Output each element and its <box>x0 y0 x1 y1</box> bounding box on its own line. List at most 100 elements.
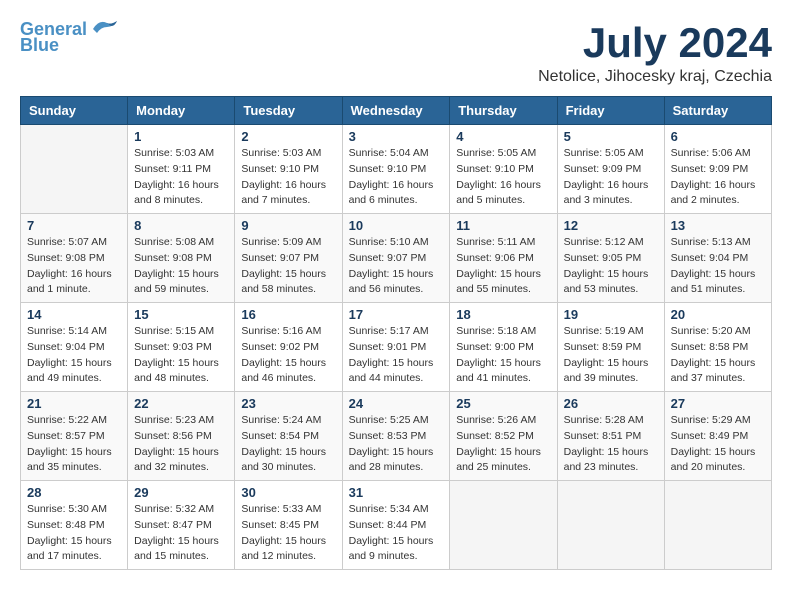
day-number: 22 <box>134 396 228 411</box>
calendar-cell: 6Sunrise: 5:06 AM Sunset: 9:09 PM Daylig… <box>664 125 771 214</box>
day-number: 23 <box>241 396 335 411</box>
calendar-cell: 7 Sunrise: 5:07 AM Sunset: 9:08 PM Daylig… <box>21 214 128 303</box>
day-info: Sunrise: 5:17 AM Sunset: 9:01 PM Dayligh… <box>349 324 444 387</box>
day-number: 11 <box>456 218 550 233</box>
calendar-cell: 2Sunrise: 5:03 AM Sunset: 9:10 PM Daylig… <box>235 125 342 214</box>
calendar-cell: 19Sunrise: 5:19 AM Sunset: 8:59 PM Dayli… <box>557 303 664 392</box>
day-number: 15 <box>134 307 228 322</box>
calendar-cell: 22 Sunrise: 5:23 AM Sunset: 8:56 PM Dayli… <box>128 392 235 481</box>
day-number: 13 <box>671 218 765 233</box>
weekday-header: Thursday <box>450 97 557 125</box>
calendar-cell: 11 Sunrise: 5:11 AM Sunset: 9:06 PM Dayli… <box>450 214 557 303</box>
calendar-cell: 15 Sunrise: 5:15 AM Sunset: 9:03 PM Dayli… <box>128 303 235 392</box>
day-info: Sunrise: 5:23 AM Sunset: 8:56 PM Dayligh… <box>134 413 228 476</box>
day-number: 30 <box>241 485 335 500</box>
calendar-week-row: 28Sunrise: 5:30 AM Sunset: 8:48 PM Dayli… <box>21 481 772 570</box>
day-number: 26 <box>564 396 658 411</box>
day-info: Sunrise: 5:32 AM Sunset: 8:47 PM Dayligh… <box>134 502 228 565</box>
calendar-cell: 8Sunrise: 5:08 AM Sunset: 9:08 PM Daylig… <box>128 214 235 303</box>
logo: General Blue <box>20 20 119 56</box>
day-info: Sunrise: 5:25 AM Sunset: 8:53 PM Dayligh… <box>349 413 444 476</box>
weekday-header: Monday <box>128 97 235 125</box>
weekday-header: Friday <box>557 97 664 125</box>
day-number: 2 <box>241 129 335 144</box>
calendar-header-row: SundayMondayTuesdayWednesdayThursdayFrid… <box>21 97 772 125</box>
day-info: Sunrise: 5:33 AM Sunset: 8:45 PM Dayligh… <box>241 502 335 565</box>
day-number: 3 <box>349 129 444 144</box>
weekday-header: Saturday <box>664 97 771 125</box>
day-info: Sunrise: 5:22 AM Sunset: 8:57 PM Dayligh… <box>27 413 121 476</box>
day-number: 25 <box>456 396 550 411</box>
weekday-header: Tuesday <box>235 97 342 125</box>
logo-text2: Blue <box>20 36 59 56</box>
title-block: July 2024 Netolice, Jihocesky kraj, Czec… <box>538 20 772 86</box>
day-number: 31 <box>349 485 444 500</box>
calendar-cell: 26 Sunrise: 5:28 AM Sunset: 8:51 PM Dayli… <box>557 392 664 481</box>
day-number: 6 <box>671 129 765 144</box>
day-info: Sunrise: 5:05 AM Sunset: 9:10 PM Dayligh… <box>456 146 550 209</box>
weekday-header: Sunday <box>21 97 128 125</box>
calendar-cell: 3Sunrise: 5:04 AM Sunset: 9:10 PM Daylig… <box>342 125 450 214</box>
day-info: Sunrise: 5:16 AM Sunset: 9:02 PM Dayligh… <box>241 324 335 387</box>
day-number: 12 <box>564 218 658 233</box>
calendar-cell: 30 Sunrise: 5:33 AM Sunset: 8:45 PM Dayli… <box>235 481 342 570</box>
calendar-cell: 28Sunrise: 5:30 AM Sunset: 8:48 PM Dayli… <box>21 481 128 570</box>
day-number: 14 <box>27 307 121 322</box>
day-number: 29 <box>134 485 228 500</box>
calendar-cell: 10 Sunrise: 5:10 AM Sunset: 9:07 PM Dayli… <box>342 214 450 303</box>
calendar-cell: 31Sunrise: 5:34 AM Sunset: 8:44 PM Dayli… <box>342 481 450 570</box>
day-info: Sunrise: 5:26 AM Sunset: 8:52 PM Dayligh… <box>456 413 550 476</box>
calendar-cell: 13 Sunrise: 5:13 AM Sunset: 9:04 PM Dayli… <box>664 214 771 303</box>
day-number: 10 <box>349 218 444 233</box>
day-info: Sunrise: 5:30 AM Sunset: 8:48 PM Dayligh… <box>27 502 121 565</box>
day-number: 1 <box>134 129 228 144</box>
calendar-cell: 9Sunrise: 5:09 AM Sunset: 9:07 PM Daylig… <box>235 214 342 303</box>
page-header: General Blue July 2024 Netolice, Jihoces… <box>20 20 772 86</box>
location: Netolice, Jihocesky kraj, Czechia <box>538 68 772 86</box>
calendar-cell: 5 Sunrise: 5:05 AM Sunset: 9:09 PM Daylig… <box>557 125 664 214</box>
calendar-week-row: 14Sunrise: 5:14 AM Sunset: 9:04 PM Dayli… <box>21 303 772 392</box>
calendar-cell <box>21 125 128 214</box>
day-number: 5 <box>564 129 658 144</box>
day-info: Sunrise: 5:24 AM Sunset: 8:54 PM Dayligh… <box>241 413 335 476</box>
calendar-cell: 4 Sunrise: 5:05 AM Sunset: 9:10 PM Daylig… <box>450 125 557 214</box>
day-info: Sunrise: 5:12 AM Sunset: 9:05 PM Dayligh… <box>564 235 658 298</box>
day-info: Sunrise: 5:18 AM Sunset: 9:00 PM Dayligh… <box>456 324 550 387</box>
day-number: 21 <box>27 396 121 411</box>
day-number: 17 <box>349 307 444 322</box>
day-info: Sunrise: 5:15 AM Sunset: 9:03 PM Dayligh… <box>134 324 228 387</box>
day-info: Sunrise: 5:09 AM Sunset: 9:07 PM Dayligh… <box>241 235 335 298</box>
day-number: 16 <box>241 307 335 322</box>
calendar-week-row: 7 Sunrise: 5:07 AM Sunset: 9:08 PM Daylig… <box>21 214 772 303</box>
day-info: Sunrise: 5:28 AM Sunset: 8:51 PM Dayligh… <box>564 413 658 476</box>
day-info: Sunrise: 5:03 AM Sunset: 9:11 PM Dayligh… <box>134 146 228 209</box>
day-info: Sunrise: 5:19 AM Sunset: 8:59 PM Dayligh… <box>564 324 658 387</box>
day-info: Sunrise: 5:13 AM Sunset: 9:04 PM Dayligh… <box>671 235 765 298</box>
calendar-week-row: 21 Sunrise: 5:22 AM Sunset: 8:57 PM Dayli… <box>21 392 772 481</box>
calendar-cell: 12 Sunrise: 5:12 AM Sunset: 9:05 PM Dayli… <box>557 214 664 303</box>
calendar-cell: 17 Sunrise: 5:17 AM Sunset: 9:01 PM Dayli… <box>342 303 450 392</box>
weekday-header: Wednesday <box>342 97 450 125</box>
day-info: Sunrise: 5:05 AM Sunset: 9:09 PM Dayligh… <box>564 146 658 209</box>
month-title: July 2024 <box>538 20 772 66</box>
calendar-cell: 29 Sunrise: 5:32 AM Sunset: 8:47 PM Dayli… <box>128 481 235 570</box>
calendar-cell <box>450 481 557 570</box>
day-info: Sunrise: 5:07 AM Sunset: 9:08 PM Dayligh… <box>27 235 121 298</box>
calendar-cell: 25 Sunrise: 5:26 AM Sunset: 8:52 PM Dayli… <box>450 392 557 481</box>
calendar-week-row: 1 Sunrise: 5:03 AM Sunset: 9:11 PM Daylig… <box>21 125 772 214</box>
calendar-cell: 24 Sunrise: 5:25 AM Sunset: 8:53 PM Dayli… <box>342 392 450 481</box>
calendar-table: SundayMondayTuesdayWednesdayThursdayFrid… <box>20 96 772 570</box>
day-info: Sunrise: 5:10 AM Sunset: 9:07 PM Dayligh… <box>349 235 444 298</box>
calendar-cell <box>664 481 771 570</box>
day-number: 4 <box>456 129 550 144</box>
calendar-cell: 23 Sunrise: 5:24 AM Sunset: 8:54 PM Dayli… <box>235 392 342 481</box>
day-info: Sunrise: 5:29 AM Sunset: 8:49 PM Dayligh… <box>671 413 765 476</box>
day-number: 7 <box>27 218 121 233</box>
day-number: 24 <box>349 396 444 411</box>
day-number: 8 <box>134 218 228 233</box>
calendar-cell: 1 Sunrise: 5:03 AM Sunset: 9:11 PM Daylig… <box>128 125 235 214</box>
logo-bird-icon <box>89 17 119 39</box>
calendar-cell: 14Sunrise: 5:14 AM Sunset: 9:04 PM Dayli… <box>21 303 128 392</box>
day-info: Sunrise: 5:11 AM Sunset: 9:06 PM Dayligh… <box>456 235 550 298</box>
day-number: 20 <box>671 307 765 322</box>
